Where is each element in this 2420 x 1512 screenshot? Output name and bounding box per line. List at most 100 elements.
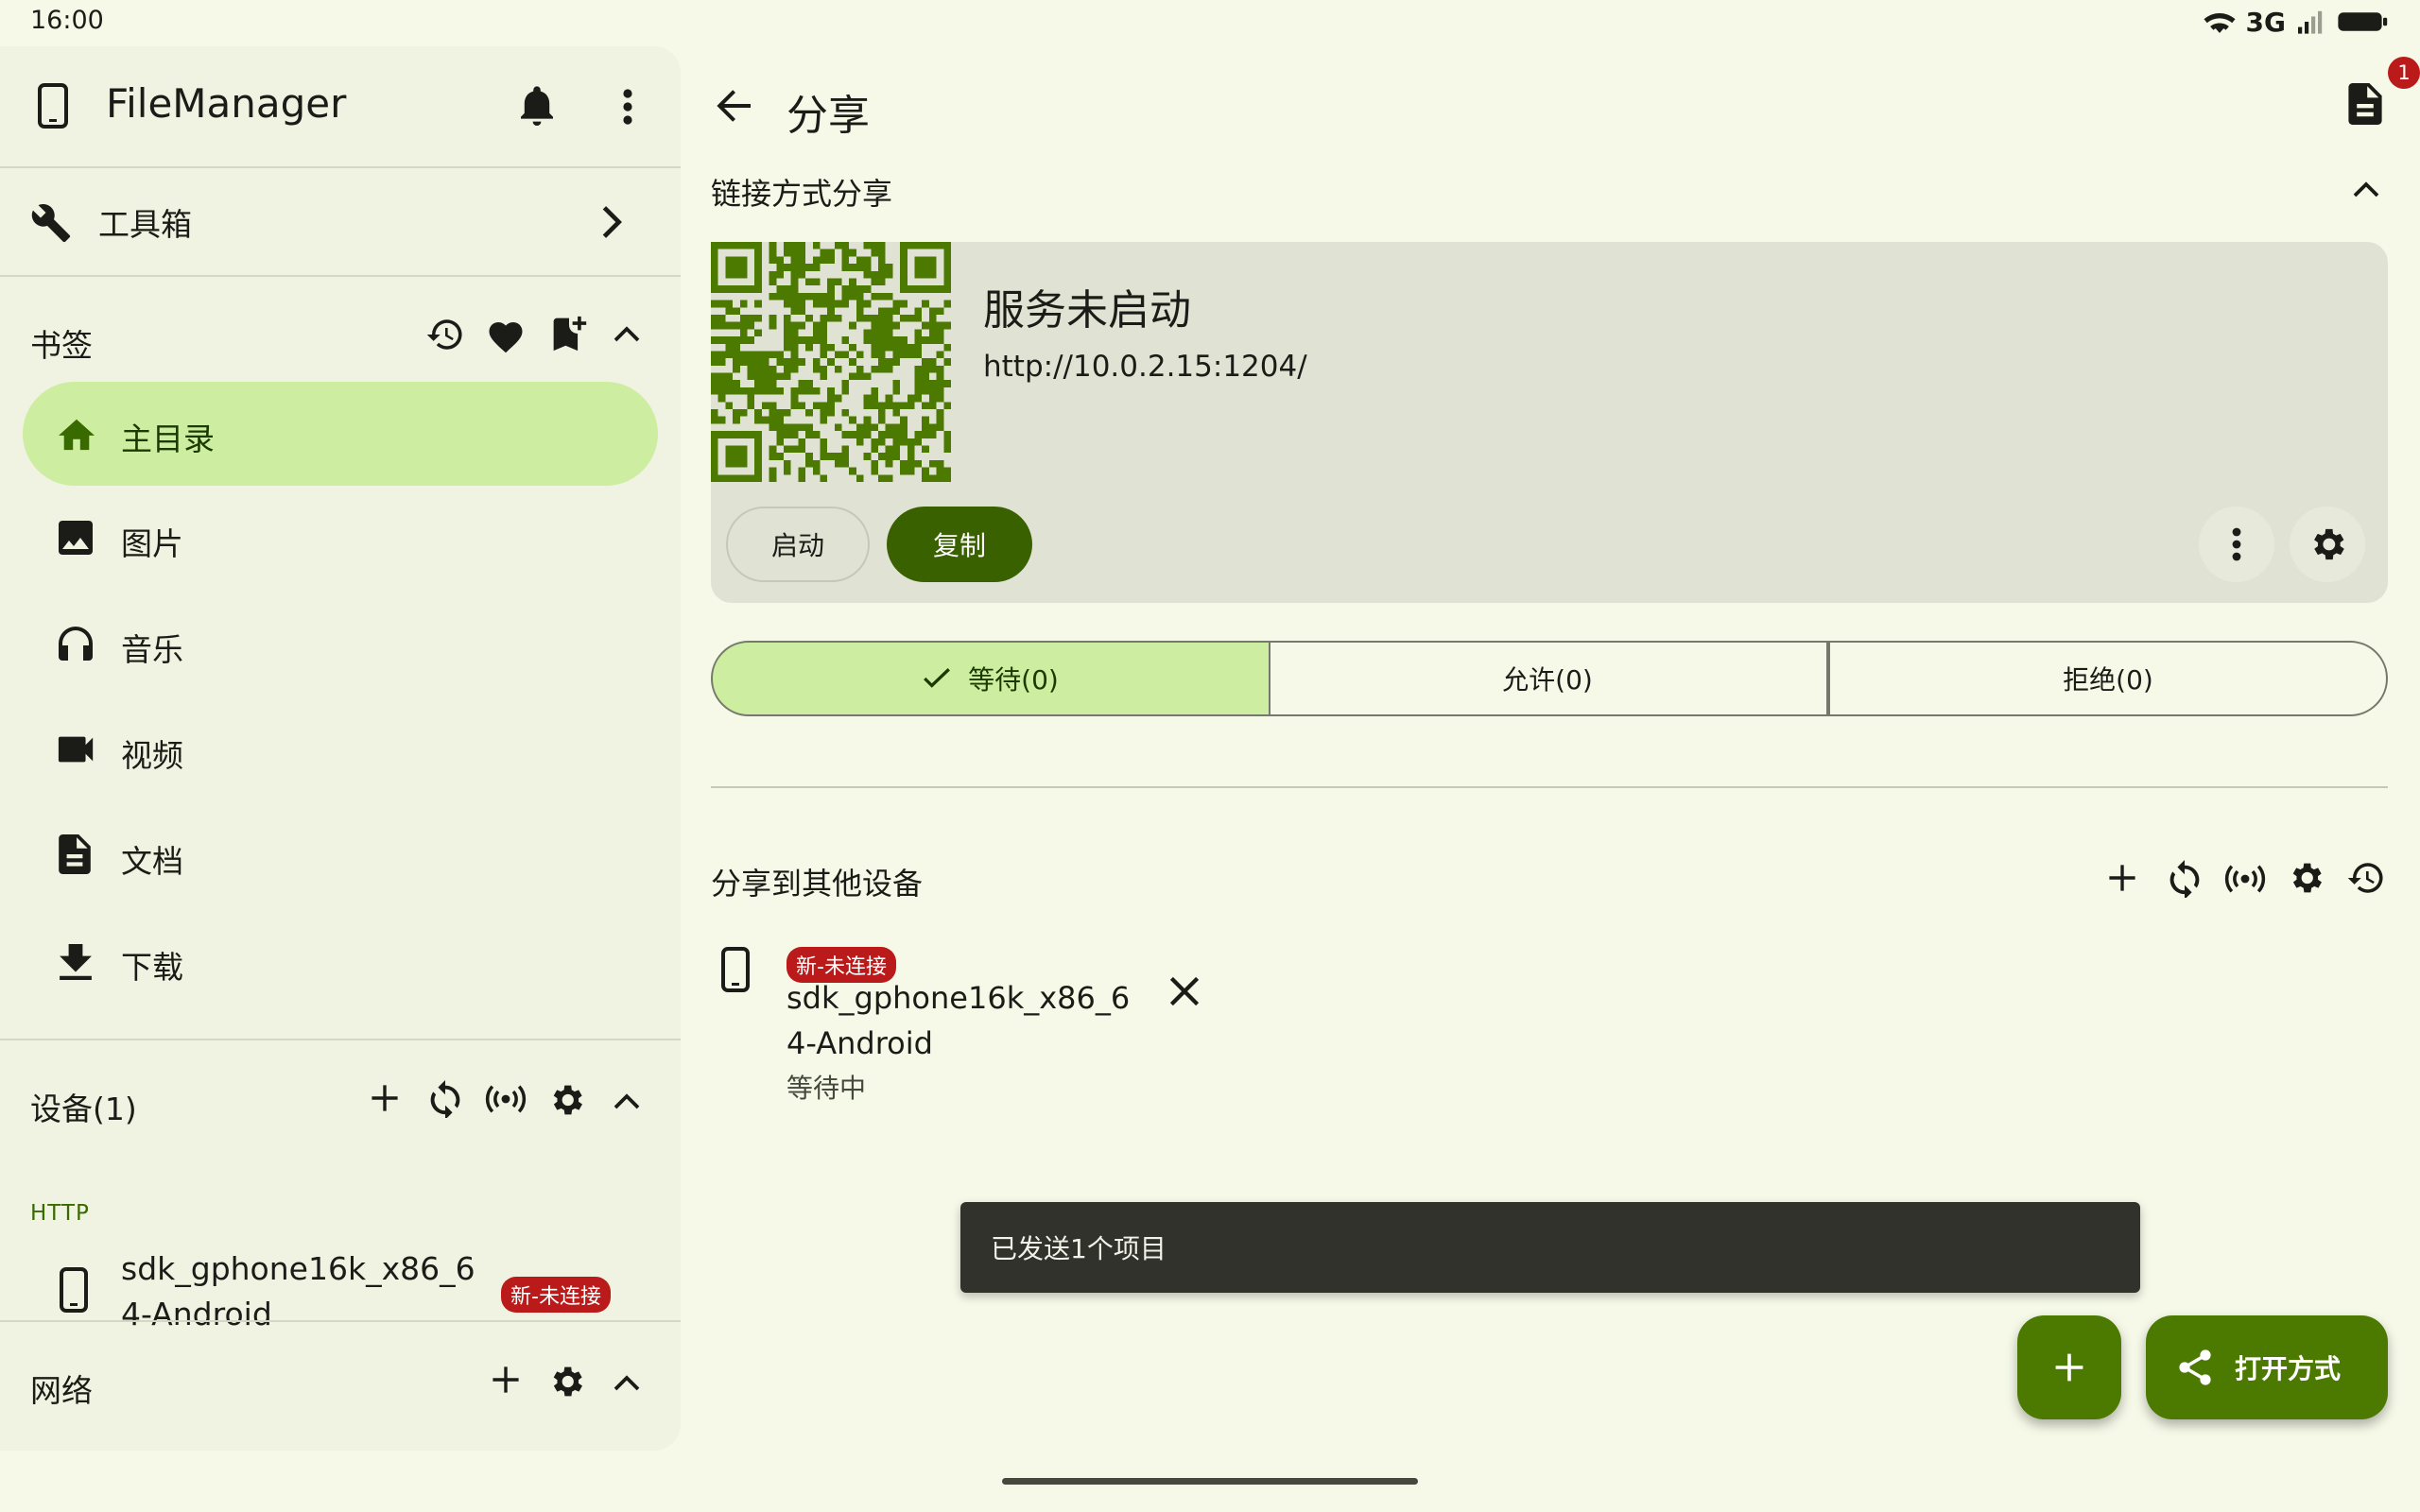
home-icon: [57, 416, 96, 452]
settings-icon[interactable]: [546, 1080, 586, 1120]
share-device-item[interactable]: 新-未连接 sdk_gphone16k_x86_6 4-Android 等待中: [711, 936, 1240, 1106]
status-time: 16:00: [30, 6, 104, 35]
status-badge: 新-未连接: [501, 1277, 611, 1313]
bookmark-item-music[interactable]: 音乐: [23, 593, 658, 696]
add-icon[interactable]: [2106, 862, 2138, 894]
bookmark-add-icon[interactable]: [550, 313, 588, 354]
add-icon: [2052, 1350, 2086, 1384]
bookmark-item-home[interactable]: 主目录: [23, 382, 658, 486]
snackbar: 已发送1个项目: [960, 1202, 2140, 1293]
chevron-up-icon[interactable]: [613, 1373, 641, 1394]
tab-rejected[interactable]: 拒绝(0): [1828, 641, 2388, 716]
settings-icon[interactable]: [2286, 858, 2325, 898]
signal-icon: [2295, 9, 2327, 35]
device-item[interactable]: sdk_gphone16k_x86_64-Android 新-未连接: [0, 1239, 681, 1343]
back-arrow-icon[interactable]: [715, 87, 752, 125]
image-icon: [57, 519, 95, 557]
divider: [0, 275, 681, 277]
phone-icon: [59, 1267, 89, 1313]
headphones-icon: [57, 625, 95, 662]
share-icon: [2176, 1349, 2214, 1386]
bookmark-item-documents[interactable]: 文档: [23, 804, 658, 908]
bookmark-item-downloads[interactable]: 下载: [23, 910, 658, 1014]
add-icon[interactable]: [369, 1082, 401, 1114]
add-fab[interactable]: [2017, 1315, 2121, 1419]
share-url[interactable]: http://10.0.2.15:1204/: [983, 350, 1307, 384]
open-with-fab[interactable]: 打开方式: [2146, 1315, 2388, 1419]
tab-label: 拒绝(0): [2063, 664, 2153, 696]
network-type: 3G: [2245, 6, 2286, 38]
close-icon[interactable]: [1168, 975, 1201, 1007]
divider: [0, 1320, 681, 1322]
open-with-label: 打开方式: [2235, 1353, 2342, 1384]
bookmark-label: 下载: [121, 949, 183, 986]
qr-code[interactable]: [711, 242, 951, 482]
snackbar-message: 已发送1个项目: [991, 1233, 1167, 1264]
tab-label: 等待(0): [968, 664, 1059, 696]
more-vert-icon[interactable]: [614, 86, 641, 128]
start-button[interactable]: 启动: [726, 507, 870, 582]
link-share-card: 服务未启动 http://10.0.2.15:1204/ 启动 复制: [711, 242, 2388, 603]
devices-header: 设备(1): [30, 1091, 137, 1127]
document-icon[interactable]: [2348, 83, 2382, 125]
bookmark-label: 主目录: [121, 421, 215, 457]
phone-icon: [720, 947, 751, 992]
settings-icon[interactable]: [546, 1362, 586, 1401]
page-title: 分享: [786, 92, 870, 140]
device-name: sdk_gphone16k_x86_64-Android: [121, 1250, 475, 1332]
chevron-up-icon[interactable]: [2352, 180, 2380, 200]
device-name-line2: 4-Android: [786, 1025, 933, 1061]
app-title: FileManager: [106, 80, 347, 127]
more-vert-icon: [2229, 525, 2244, 563]
broadcast-icon[interactable]: [484, 1084, 527, 1114]
favorite-icon[interactable]: [486, 317, 526, 354]
bookmark-label: 图片: [121, 525, 183, 562]
add-icon[interactable]: [490, 1364, 522, 1396]
chevron-up-icon[interactable]: [613, 324, 641, 345]
network-header: 网络: [30, 1372, 93, 1409]
divider: [0, 1039, 681, 1040]
bell-icon[interactable]: [518, 86, 556, 128]
bookmark-item-pictures[interactable]: 图片: [23, 487, 658, 591]
history-icon[interactable]: [425, 315, 465, 354]
sync-icon[interactable]: [427, 1078, 463, 1118]
bookmark-label: 文档: [121, 843, 183, 880]
wrench-icon: [30, 202, 72, 244]
share-settings-button[interactable]: [2290, 507, 2365, 582]
phone-icon: [34, 83, 72, 129]
document-icon: [59, 834, 91, 874]
navigation-drawer: FileManager 工具箱 书签 主目录 图片 音乐 视频 文档 下载 设备…: [0, 46, 681, 1451]
more-options-button[interactable]: [2199, 507, 2274, 582]
history-icon[interactable]: [2346, 858, 2386, 898]
device-name-line1: sdk_gphone16k_x86_6: [786, 980, 1131, 1016]
toolbox-row[interactable]: 工具箱: [0, 168, 681, 276]
chevron-up-icon[interactable]: [613, 1091, 641, 1112]
status-bar: 16:00 3G: [0, 0, 2420, 43]
bookmarks-header: 书签: [30, 327, 93, 364]
gesture-bar[interactable]: [1002, 1478, 1418, 1485]
toolbox-label: 工具箱: [98, 206, 192, 243]
bookmark-label: 视频: [121, 737, 183, 774]
status-icons: 3G: [2203, 4, 2390, 40]
bookmark-label: 音乐: [121, 631, 183, 668]
chevron-right-icon: [597, 204, 626, 240]
other-devices-header: 分享到其他设备: [711, 866, 924, 902]
sync-icon[interactable]: [2167, 858, 2203, 898]
notification-badge: 1: [2388, 57, 2420, 89]
broadcast-icon[interactable]: [2223, 864, 2267, 894]
device-section-label: HTTP: [30, 1201, 90, 1226]
settings-icon: [2307, 524, 2348, 565]
tab-waiting[interactable]: 等待(0): [711, 641, 1270, 716]
link-share-header: 链接方式分享: [711, 176, 893, 212]
tab-allowed[interactable]: 允许(0): [1269, 641, 1828, 716]
service-status: 服务未启动: [983, 286, 1191, 335]
battery-icon: [2337, 9, 2390, 35]
tab-label: 允许(0): [1502, 664, 1593, 696]
check-icon: [923, 667, 951, 690]
video-icon: [57, 734, 96, 765]
copy-button[interactable]: 复制: [887, 507, 1032, 582]
device-status: 等待中: [786, 1073, 867, 1104]
download-icon: [59, 944, 93, 980]
divider: [711, 786, 2388, 788]
bookmark-item-videos[interactable]: 视频: [23, 698, 658, 802]
